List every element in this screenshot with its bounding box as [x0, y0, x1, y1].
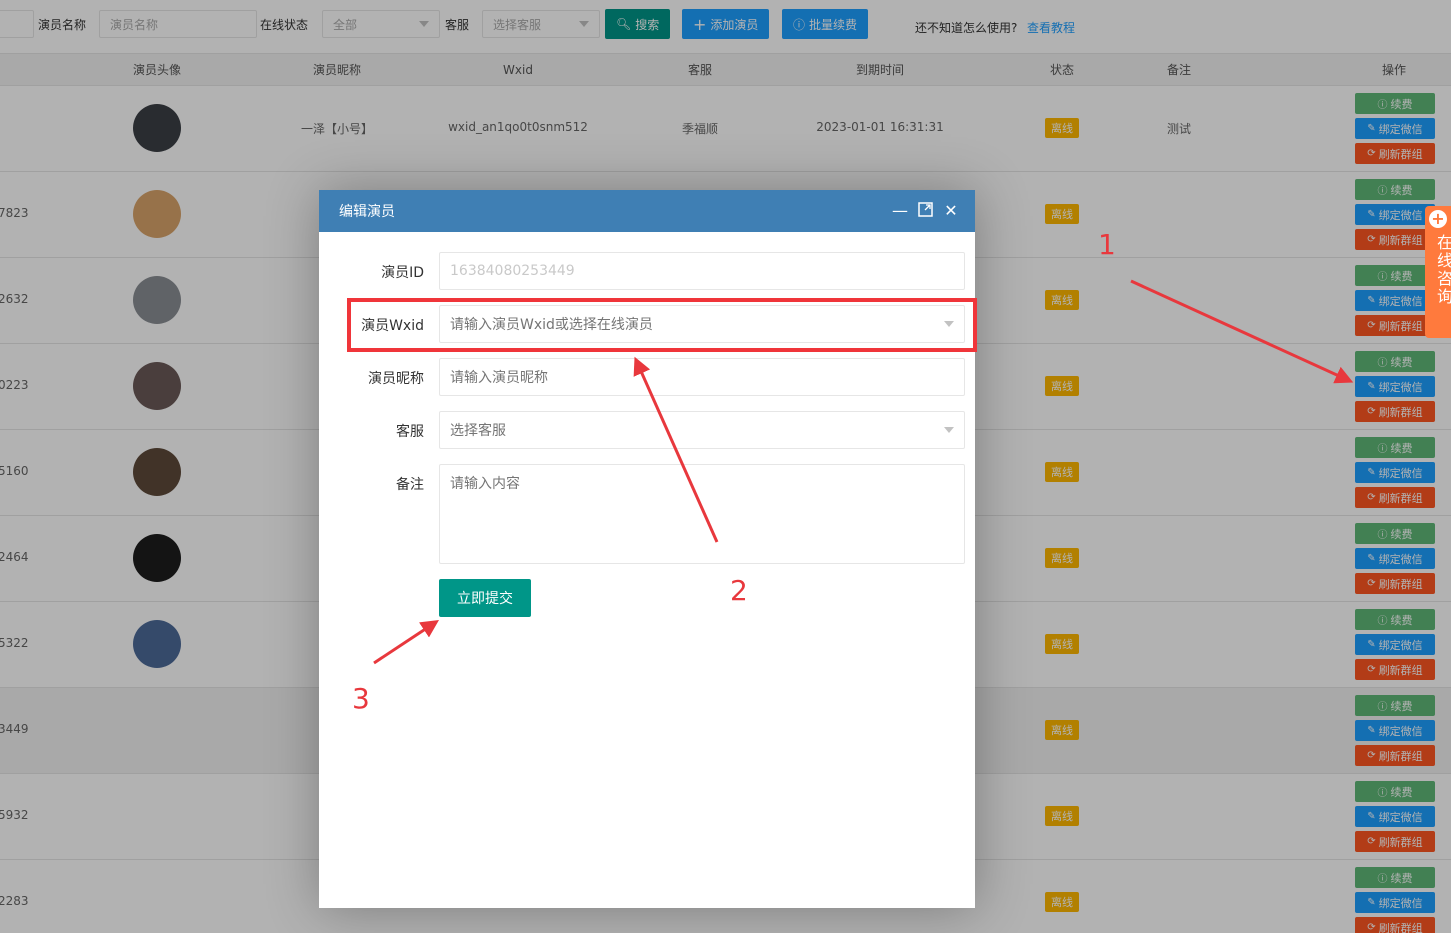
- arrow-3: [373, 620, 440, 665]
- annotation-1: 1: [1098, 228, 1116, 261]
- annotation-arrows: [373, 279, 1354, 665]
- annotation-2: 2: [730, 574, 748, 607]
- annotation-3: 3: [352, 682, 370, 715]
- arrow-1: [1130, 279, 1354, 384]
- arrow-2: [633, 356, 719, 543]
